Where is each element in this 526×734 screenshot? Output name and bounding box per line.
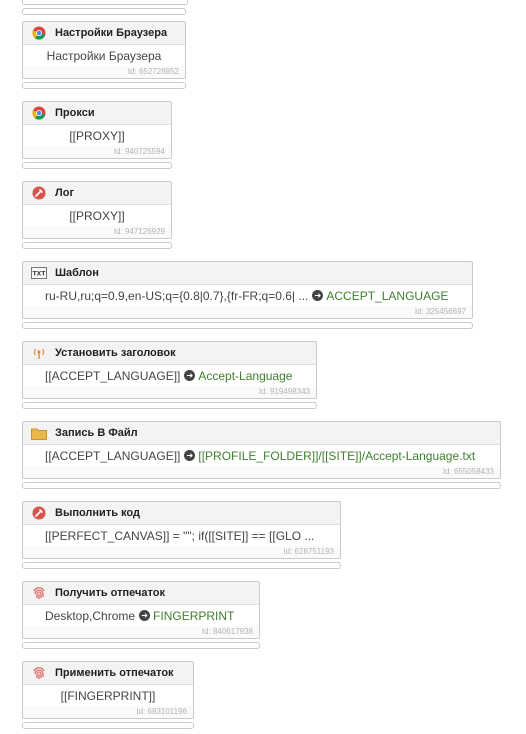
connector-bar: [22, 322, 473, 329]
node-body: Настройки Браузера: [46, 48, 162, 63]
action-node-write-file[interactable]: Запись В Файл [[ACCEPT_LANGUAGE]] ➜ [[PROF…: [22, 421, 501, 489]
node-body: [[FINGERPRINT]]: [60, 688, 156, 703]
connector-bar: [22, 562, 341, 569]
fingerprint-icon: [31, 665, 47, 681]
connector-bar: [22, 402, 317, 409]
node-target: Accept-Language: [198, 368, 293, 383]
node-title: Получить отпечаток: [55, 587, 165, 599]
node-title: Настройки Браузера: [55, 27, 168, 39]
action-node-get-fingerprint[interactable]: Получить отпечаток Desktop,Chrome ➜ FINGER…: [22, 581, 260, 649]
node-body: Desktop,Chrome: [45, 608, 136, 623]
node-id: Id: 919498343: [23, 386, 316, 398]
node-body: [[PERFECT_CANVAS]] = ""; if([[SITE]] == …: [45, 528, 315, 543]
action-node-execute-code[interactable]: Выполнить код [[PERFECT_CANVAS]] = ""; i…: [22, 501, 341, 569]
node-target: ACCEPT_LANGUAGE: [326, 288, 449, 303]
node-title: Прокси: [55, 107, 95, 119]
chrome-icon: [31, 105, 47, 121]
node-title: Применить отпечаток: [55, 667, 174, 679]
node-id: Id: 840617938: [23, 626, 259, 638]
action-node-proxy[interactable]: Прокси [[PROXY]] Id: 940725594: [22, 101, 172, 169]
node-body: [[ACCEPT_LANGUAGE]]: [45, 448, 181, 463]
node-id: Id: 652728852: [23, 66, 185, 78]
fingerprint-icon: [31, 585, 47, 601]
node-id: Id: 655058433: [23, 466, 500, 478]
node-title: Запись В Файл: [55, 427, 138, 439]
code-icon: [31, 185, 47, 201]
antenna-icon: [31, 345, 47, 361]
top-connector-bar: [22, 0, 188, 5]
node-title: Лог: [55, 187, 75, 199]
arrow-right-icon: ➜: [139, 610, 151, 621]
connector-bar: [22, 8, 186, 15]
connector-bar: [22, 82, 186, 89]
node-target: FINGERPRINT: [153, 608, 235, 623]
code-icon: [31, 505, 47, 521]
connector-bar: [22, 242, 172, 249]
action-node-set-header[interactable]: Установить заголовок [[ACCEPT_LANGUAGE]]…: [22, 341, 317, 409]
node-id: Id: 940725594: [23, 146, 171, 158]
node-body: [[ACCEPT_LANGUAGE]]: [45, 368, 181, 383]
node-target: [[PROFILE_FOLDER]]/[[SITE]]/Accept-Langu…: [198, 448, 476, 463]
node-id: Id: 947126929: [23, 226, 171, 238]
connector-bar: [22, 482, 501, 489]
action-node-browser-settings[interactable]: Настройки Браузера Настройки Браузера Id…: [22, 21, 186, 89]
node-title: Выполнить код: [55, 507, 140, 519]
node-id: Id: 325456697: [23, 306, 472, 318]
svg-text:TXT: TXT: [33, 271, 47, 278]
node-id: Id: 628751193: [23, 546, 340, 558]
arrow-right-icon: ➜: [312, 290, 324, 301]
connector-bar: [22, 722, 194, 729]
action-node-apply-fingerprint[interactable]: Применить отпечаток [[FINGERPRINT]] Id: …: [22, 661, 194, 729]
action-node-template[interactable]: TXT Шаблон ru-RU,ru;q=0.9,en-US;q={0.8|0.…: [22, 261, 473, 329]
txt-template-icon: TXT: [31, 265, 47, 281]
action-node-log[interactable]: Лог [[PROXY]] Id: 947126929: [22, 181, 172, 249]
node-title: Установить заголовок: [55, 347, 176, 359]
node-id: Id: 683101196: [23, 706, 193, 718]
arrow-right-icon: ➜: [184, 450, 196, 461]
node-title: Шаблон: [55, 267, 99, 279]
node-body: [[PROXY]]: [69, 208, 125, 223]
connector-bar: [22, 162, 172, 169]
chrome-icon: [31, 25, 47, 41]
connector-bar: [22, 642, 260, 649]
node-body: [[PROXY]]: [69, 128, 125, 143]
arrow-right-icon: ➜: [184, 370, 196, 381]
folder-icon: [31, 425, 47, 441]
node-body: ru-RU,ru;q=0.9,en-US;q={0.8|0.7},{fr-FR;…: [45, 288, 309, 303]
